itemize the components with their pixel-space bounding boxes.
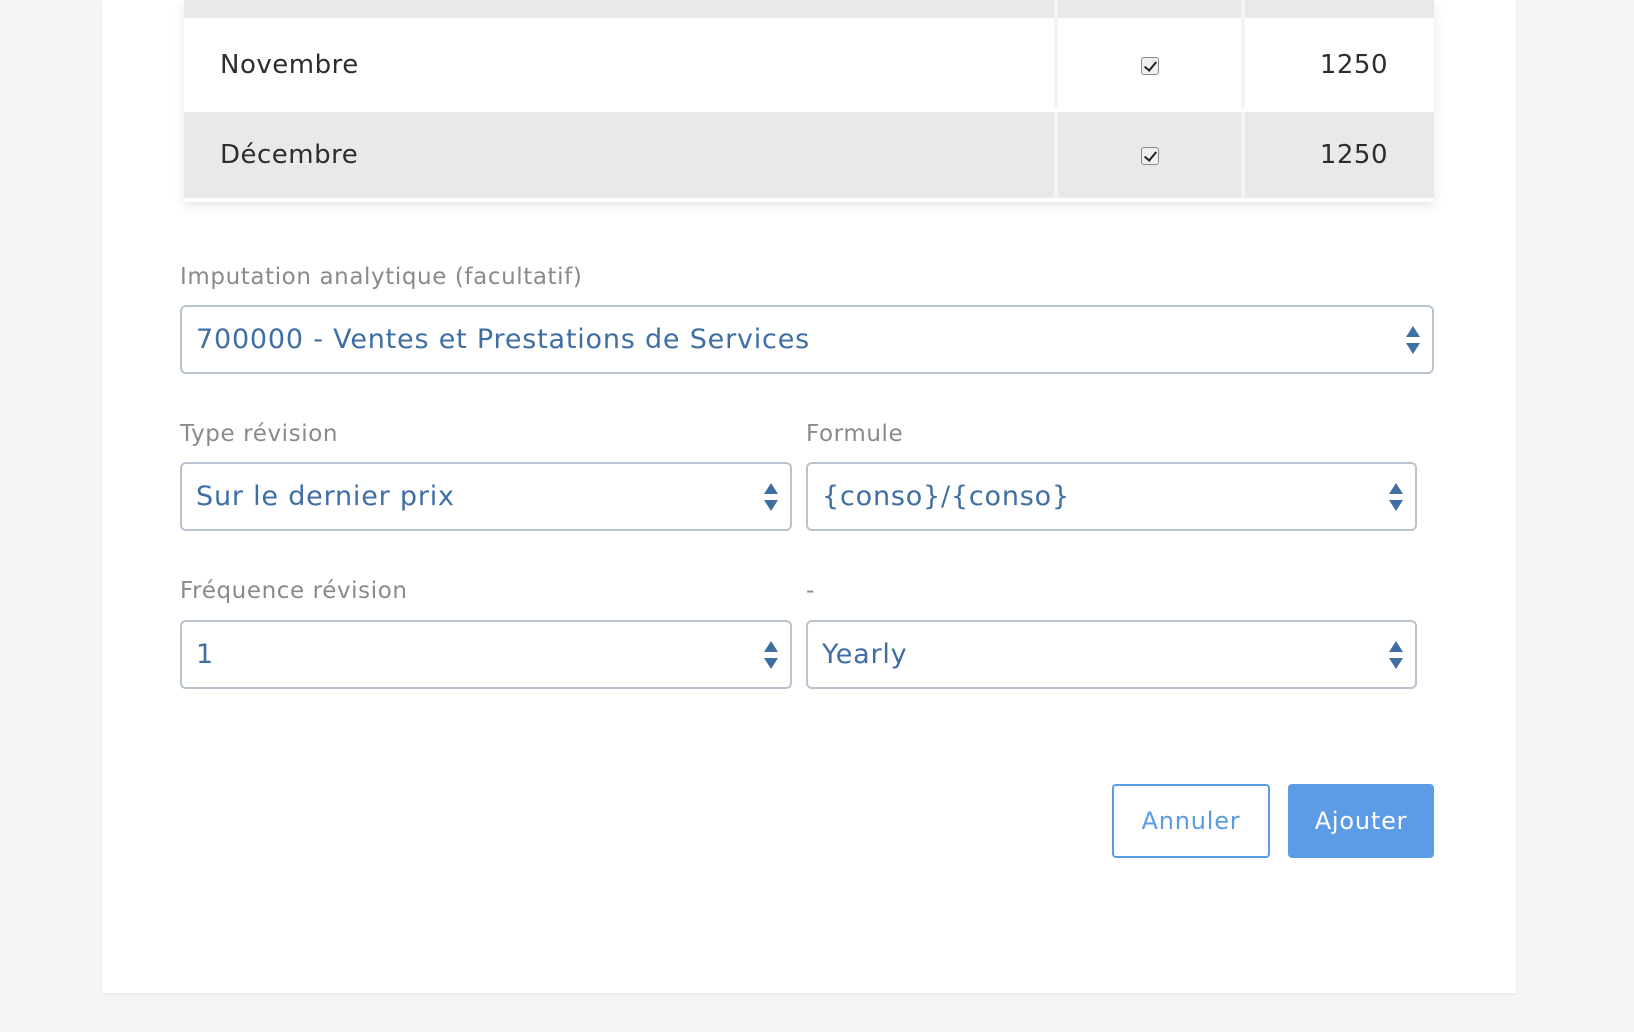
frequence-revision-stepper[interactable]: 1 bbox=[180, 620, 792, 689]
select-arrows-icon bbox=[1406, 325, 1420, 354]
type-revision-value: Sur le dernier prix bbox=[196, 481, 455, 512]
stepper-arrows-icon[interactable] bbox=[764, 640, 778, 669]
frequence-revision-value: 1 bbox=[196, 639, 214, 670]
check-cell bbox=[1058, 22, 1245, 108]
frequence-unit-select[interactable]: Yearly bbox=[806, 620, 1417, 689]
month-cell bbox=[184, 0, 1058, 22]
amount-cell: 1250 bbox=[1319, 140, 1388, 170]
formule-select[interactable]: {conso}/{conso} bbox=[806, 462, 1417, 531]
table-row: Décembre 1250 bbox=[184, 112, 1434, 202]
month-cell: Novembre bbox=[184, 22, 1058, 108]
type-revision-label: Type révision bbox=[180, 421, 339, 447]
cancel-button[interactable]: Annuler bbox=[1112, 784, 1270, 858]
select-arrows-icon bbox=[764, 482, 778, 511]
table-row bbox=[184, 0, 1434, 22]
month-checkbox[interactable] bbox=[1140, 147, 1159, 165]
table-row: Novembre 1250 bbox=[184, 22, 1434, 112]
select-arrows-icon bbox=[1389, 640, 1403, 669]
amount-cell: 1250 bbox=[1319, 50, 1388, 80]
formule-value: {conso}/{conso} bbox=[822, 481, 1070, 512]
type-revision-select[interactable]: Sur le dernier prix bbox=[180, 462, 792, 531]
frequence-revision-label: Fréquence révision bbox=[180, 578, 408, 604]
month-checkbox[interactable] bbox=[1140, 57, 1159, 75]
frequence-unit-label: - bbox=[806, 578, 815, 604]
imputation-select[interactable]: 700000 - Ventes et Prestations de Servic… bbox=[180, 305, 1434, 374]
months-table: Novembre 1250 Décembre 1250 bbox=[184, 0, 1434, 202]
imputation-value: 700000 - Ventes et Prestations de Servic… bbox=[196, 324, 810, 355]
select-arrows-icon bbox=[1389, 482, 1403, 511]
add-button[interactable]: Ajouter bbox=[1288, 784, 1434, 858]
formule-label: Formule bbox=[806, 421, 904, 447]
check-cell bbox=[1058, 112, 1245, 198]
amount-cell bbox=[1245, 0, 1426, 22]
check-cell bbox=[1058, 0, 1245, 22]
frequence-unit-value: Yearly bbox=[822, 639, 908, 670]
imputation-label: Imputation analytique (facultatif) bbox=[180, 264, 583, 290]
month-cell: Décembre bbox=[184, 112, 1058, 198]
